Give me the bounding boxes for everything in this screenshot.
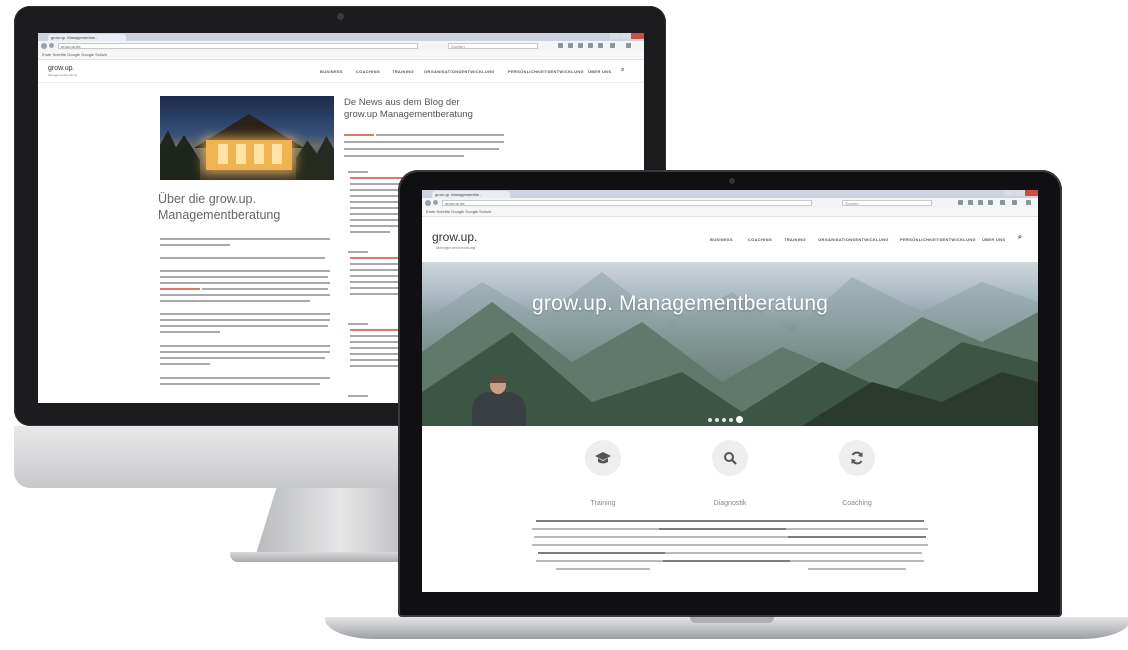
site-logo-subtitle: Managementberatung [436, 245, 476, 250]
browser-tab[interactable]: grow.up. Managementbe... [48, 34, 126, 41]
star-icon[interactable] [958, 200, 963, 205]
house-window [254, 144, 264, 164]
site-header: grow.up. Managementberatung BUSINESS COA… [422, 217, 1038, 263]
bookmark-list-icon[interactable] [968, 200, 973, 205]
minimize-icon[interactable] [1004, 190, 1014, 196]
nav-item-personality[interactable]: PERSÖNLICHKEITSENTWICKLUNG [508, 69, 584, 74]
browser-tab-bar: grow.up. Managementbe... [422, 190, 1038, 198]
house-photo [160, 96, 334, 180]
home-icon[interactable] [1000, 200, 1005, 205]
slider-dots [708, 416, 746, 424]
site-logo[interactable]: grow.up. [48, 65, 74, 72]
house-window [272, 144, 282, 164]
back-icon[interactable] [41, 43, 47, 49]
banner-title: grow.up. Managementberatung [532, 292, 829, 315]
nav-item-business[interactable]: BUSINESS [710, 237, 733, 242]
minimize-icon[interactable] [610, 33, 620, 39]
nav-item-organisation[interactable]: ORGANISATIONSENTWICKLUNG [424, 69, 495, 74]
trees-left [160, 130, 200, 180]
bookmarks-bar[interactable]: Erste Schritte Google Google Schule [38, 51, 644, 60]
pocket-icon[interactable] [978, 200, 983, 205]
macbook-screen: grow.up. Managementbe... grow.up.de Such… [422, 190, 1038, 592]
search-icon[interactable]: ⌕ [1018, 234, 1022, 242]
browser-tab[interactable]: grow.up. Managementbe... [432, 191, 510, 198]
search-input[interactable]: Suchen [842, 200, 932, 206]
nav-item-personality[interactable]: PERSÖNLICHKEITSENTWICKLUNG [900, 237, 976, 242]
man-silhouette [470, 375, 530, 426]
browser-tab-bar: grow.up. Managementbe... [38, 33, 644, 41]
trees-right [296, 136, 334, 180]
chat-icon[interactable] [1012, 200, 1017, 205]
bookmark-list-icon[interactable] [568, 43, 573, 48]
url-input[interactable]: grow.up.de [58, 43, 418, 49]
site-header: grow.up. Managementberatung BUSINESS COA… [38, 60, 644, 83]
site-logo[interactable]: grow.up. [432, 230, 477, 244]
nav-item-business[interactable]: BUSINESS [320, 69, 343, 74]
slider-dot[interactable] [729, 418, 733, 422]
slider-dot[interactable] [722, 418, 726, 422]
nav-item-about[interactable]: ÜBER UNS [982, 237, 1005, 242]
maximize-icon[interactable] [1015, 190, 1025, 196]
nav-item-about[interactable]: ÜBER UNS [588, 69, 611, 74]
pocket-icon[interactable] [578, 43, 583, 48]
search-icon[interactable] [712, 440, 748, 476]
menu-icon[interactable] [1026, 200, 1031, 205]
nav-item-coaching[interactable]: COACHING [356, 69, 380, 74]
back-icon[interactable] [425, 200, 431, 206]
close-icon[interactable] [631, 33, 644, 39]
slider-dot[interactable] [708, 418, 712, 422]
nav-item-coaching[interactable]: COACHING [748, 237, 772, 242]
blog-title: De News aus dem Blog der grow.up Managem… [344, 97, 473, 120]
slider-dot[interactable] [736, 416, 743, 423]
bookmarks-bar[interactable]: Erste Schritte Google Google Schule [422, 208, 1038, 217]
site-logo-subtitle: Managementberatung [48, 73, 78, 77]
house-window [218, 144, 228, 164]
star-icon[interactable] [558, 43, 563, 48]
menu-icon[interactable] [626, 43, 631, 48]
search-icon[interactable]: ⌕ [621, 67, 625, 74]
imac-camera [337, 13, 344, 20]
macbook-camera [729, 178, 735, 184]
slider-dot[interactable] [715, 418, 719, 422]
graduation-cap-icon[interactable] [585, 440, 621, 476]
nav-item-training[interactable]: TRAINING [392, 69, 414, 74]
search-input[interactable]: Suchen [448, 43, 538, 49]
nav-item-organisation[interactable]: ORGANISATIONSENTWICKLUNG [818, 237, 889, 242]
man-hair [489, 375, 507, 383]
about-title: Über die grow.up. Managementberatung [158, 192, 281, 223]
feature-title: Coaching [842, 500, 872, 507]
home-icon[interactable] [598, 43, 603, 48]
house-window [236, 144, 246, 164]
download-icon[interactable] [588, 43, 593, 48]
hero-banner: grow.up. Managementberatung [422, 262, 1038, 426]
maximize-icon[interactable] [621, 33, 631, 39]
macbook-opening-notch [690, 617, 774, 623]
man-body [472, 392, 526, 426]
chat-icon[interactable] [610, 43, 615, 48]
url-input[interactable]: grow.up.de [442, 200, 812, 206]
refresh-icon[interactable] [839, 440, 875, 476]
download-icon[interactable] [988, 200, 993, 205]
forward-icon[interactable] [433, 200, 438, 205]
forward-icon[interactable] [49, 43, 54, 48]
close-icon[interactable] [1025, 190, 1038, 196]
nav-item-training[interactable]: TRAINING [784, 237, 806, 242]
